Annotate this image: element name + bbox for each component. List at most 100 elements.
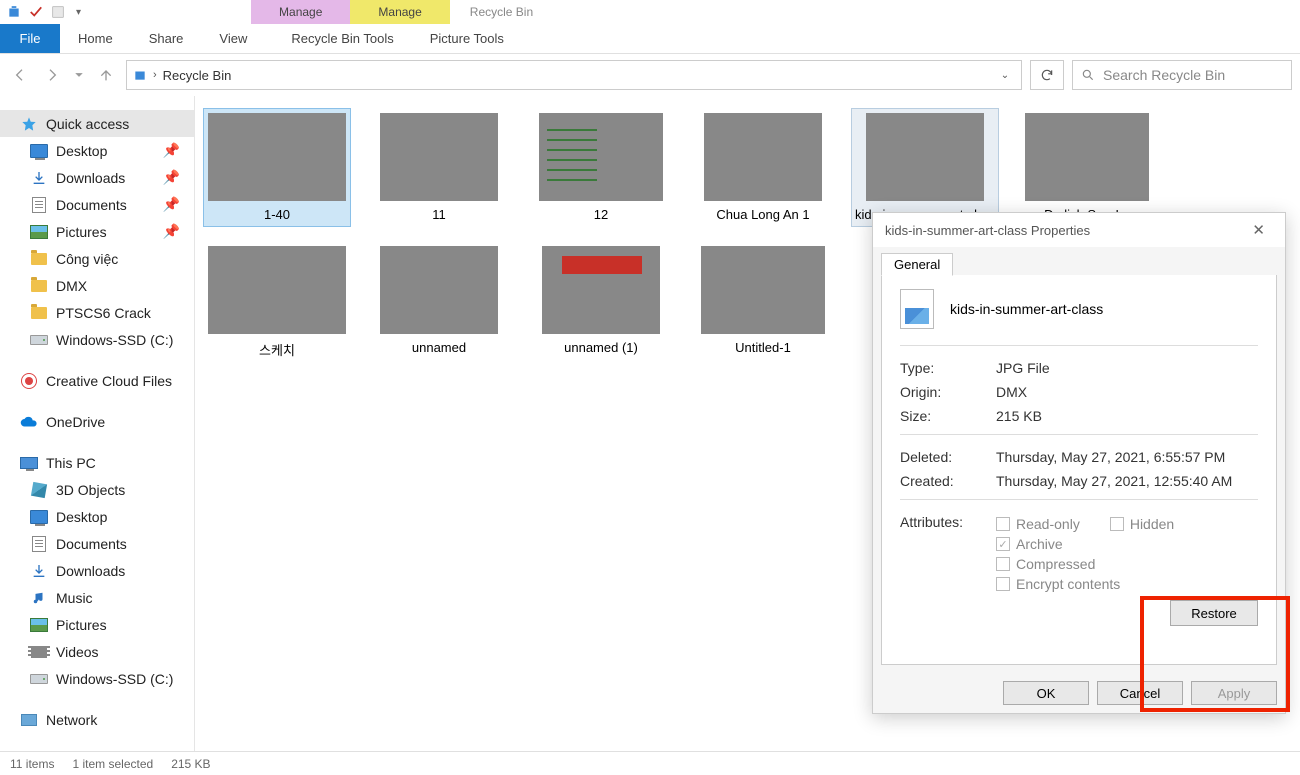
thumbnail — [380, 113, 498, 201]
property-key: Attributes: — [900, 514, 996, 530]
share-tab[interactable]: Share — [131, 24, 202, 53]
file-item[interactable]: Chua Long An 1 — [689, 108, 837, 227]
property-value: Thursday, May 27, 2021, 12:55:40 AM — [996, 473, 1258, 489]
document-icon — [32, 197, 46, 213]
sidebar-item-label: Downloads — [56, 563, 125, 579]
sidebar-item-pc-documents[interactable]: Documents — [0, 530, 194, 557]
address-bar[interactable]: › Recycle Bin ⌄ — [126, 60, 1022, 90]
properties-icon[interactable] — [28, 4, 44, 20]
sidebar-item-videos[interactable]: Videos — [0, 638, 194, 665]
star-icon — [20, 115, 38, 133]
file-name: 12 — [594, 207, 608, 222]
new-folder-icon[interactable] — [50, 4, 66, 20]
file-item[interactable]: unnamed (1) — [527, 241, 675, 364]
sidebar-item-downloads[interactable]: Downloads📌 — [0, 164, 194, 191]
thumbnail — [208, 246, 346, 334]
sidebar-item-label: Pictures — [56, 224, 107, 240]
sidebar-item-this-pc[interactable]: This PC — [0, 449, 194, 476]
sidebar-item-label: Công việc — [56, 251, 118, 267]
file-item[interactable]: 12 — [527, 108, 675, 227]
cancel-button[interactable]: Cancel — [1097, 681, 1183, 705]
back-button[interactable] — [8, 63, 32, 87]
property-value: DMX — [996, 384, 1258, 400]
up-button[interactable] — [94, 63, 118, 87]
sidebar-item-folder[interactable]: Công việc — [0, 245, 194, 272]
sidebar-quick-access[interactable]: Quick access — [0, 110, 194, 137]
sidebar-item-onedrive[interactable]: OneDrive — [0, 408, 194, 435]
sidebar-item-3d-objects[interactable]: 3D Objects — [0, 476, 194, 503]
contextual-tab-manage-recyclebin[interactable]: Manage — [251, 0, 350, 24]
apply-button[interactable]: Apply — [1191, 681, 1277, 705]
recycle-bin-tools-tab[interactable]: Recycle Bin Tools — [273, 24, 411, 53]
music-icon — [30, 589, 48, 607]
view-tab[interactable]: View — [201, 24, 265, 53]
file-item[interactable]: kids-in-summer-art-class — [851, 108, 999, 227]
property-key: Type: — [900, 360, 996, 376]
contextual-tab-manage-picture[interactable]: Manage — [350, 0, 449, 24]
address-history-dropdown[interactable]: ⌄ — [995, 70, 1015, 81]
pc-icon — [20, 457, 38, 469]
home-tab[interactable]: Home — [60, 24, 131, 53]
onedrive-icon — [20, 413, 38, 431]
file-type-icon — [900, 289, 934, 329]
sidebar-item-pc-pictures[interactable]: Pictures — [0, 611, 194, 638]
breadcrumb-separator[interactable]: › — [153, 69, 157, 81]
dialog-title-bar[interactable]: kids-in-summer-art-class Properties ✕ — [873, 213, 1285, 247]
attr-encrypt-checkbox: Encrypt contents — [996, 576, 1120, 592]
file-item[interactable]: 스케치 — [203, 241, 351, 364]
property-key: Deleted: — [900, 449, 996, 465]
picture-tools-tab[interactable]: Picture Tools — [412, 24, 522, 53]
sidebar-item-documents[interactable]: Documents📌 — [0, 191, 194, 218]
sidebar-item-creative-cloud[interactable]: Creative Cloud Files — [0, 367, 194, 394]
file-item[interactable]: Untitled-1 — [689, 241, 837, 364]
file-name: 스케치 — [259, 340, 295, 359]
restore-button[interactable]: Restore — [1170, 600, 1258, 626]
pin-icon: 📌 — [163, 169, 180, 186]
search-box[interactable]: Search Recycle Bin — [1072, 60, 1292, 90]
thumbnail — [704, 113, 822, 201]
file-tab[interactable]: File — [0, 24, 60, 53]
sidebar-item-pictures[interactable]: Pictures📌 — [0, 218, 194, 245]
sidebar-item-music[interactable]: Music — [0, 584, 194, 611]
sidebar-item-pc-downloads[interactable]: Downloads — [0, 557, 194, 584]
status-selection: 1 item selected — [72, 757, 153, 771]
download-icon — [30, 169, 48, 187]
desktop-icon — [30, 510, 48, 524]
file-name: Untitled-1 — [735, 340, 791, 355]
search-placeholder: Search Recycle Bin — [1103, 67, 1225, 83]
close-button[interactable]: ✕ — [1244, 217, 1273, 243]
refresh-button[interactable] — [1030, 60, 1064, 90]
sidebar-item-pc-drive[interactable]: Windows-SSD (C:) — [0, 665, 194, 692]
qat-dropdown-icon[interactable]: ▾ — [72, 7, 85, 18]
file-item[interactable]: 1-40 — [203, 108, 351, 227]
sidebar-item-label: DMX — [56, 278, 87, 294]
ok-button[interactable]: OK — [1003, 681, 1089, 705]
sidebar-item-desktop[interactable]: Desktop📌 — [0, 137, 194, 164]
sidebar-item-label: Documents — [56, 536, 127, 552]
file-item[interactable]: Du lịch Sơn La — [1013, 108, 1161, 227]
sidebar-item-drive[interactable]: Windows-SSD (C:) — [0, 326, 194, 353]
tab-general[interactable]: General — [881, 253, 953, 276]
file-name: unnamed — [412, 340, 466, 355]
breadcrumb-location[interactable]: Recycle Bin — [163, 68, 232, 83]
property-value: 215 KB — [996, 408, 1258, 424]
sidebar-item-network[interactable]: Network — [0, 706, 194, 733]
sidebar-item-label: PTSCS6 Crack — [56, 305, 151, 321]
dialog-button-row: OK Cancel Apply — [873, 673, 1285, 713]
forward-button[interactable] — [40, 63, 64, 87]
sidebar-item-label: 3D Objects — [56, 482, 125, 498]
drive-icon — [30, 674, 48, 684]
file-name: Chua Long An 1 — [716, 207, 809, 222]
property-filename: kids-in-summer-art-class — [950, 301, 1103, 317]
recent-locations-dropdown[interactable] — [72, 63, 86, 87]
ribbon: File Home Share View Recycle Bin Tools P… — [0, 24, 1300, 54]
creative-cloud-icon — [21, 373, 37, 389]
file-item[interactable]: 11 — [365, 108, 513, 227]
dialog-body: kids-in-summer-art-class Type:JPG File O… — [881, 275, 1277, 665]
file-name: 1-40 — [264, 207, 290, 222]
file-item[interactable]: unnamed — [365, 241, 513, 364]
3d-objects-icon — [31, 481, 47, 497]
sidebar-item-folder[interactable]: PTSCS6 Crack — [0, 299, 194, 326]
sidebar-item-folder[interactable]: DMX — [0, 272, 194, 299]
sidebar-item-pc-desktop[interactable]: Desktop — [0, 503, 194, 530]
